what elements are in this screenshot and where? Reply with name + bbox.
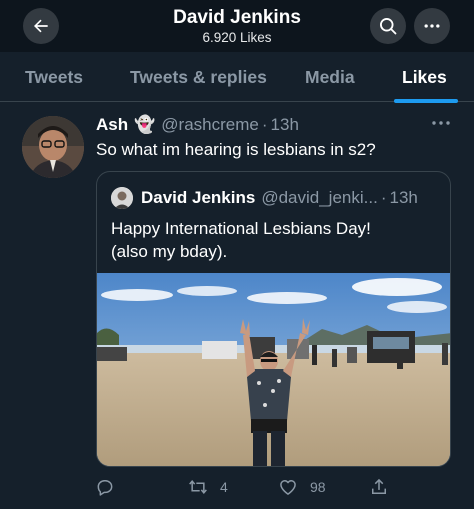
tab-likes[interactable]: Likes xyxy=(402,52,447,102)
quoted-text-line-1: Happy International Lesbians Day! xyxy=(111,219,371,238)
like-count: 98 xyxy=(310,479,326,495)
separator-dot: · xyxy=(380,188,387,207)
quoted-tweet-text: Happy International Lesbians Day! (also … xyxy=(111,217,431,263)
avatar-image xyxy=(22,116,84,178)
like-button[interactable]: 98 xyxy=(278,472,326,502)
tweet-author-name[interactable]: Ash xyxy=(96,115,128,135)
heart-icon xyxy=(280,480,296,495)
tweet-text: So what im hearing is lesbians in s2? xyxy=(96,140,376,159)
quoted-tweet[interactable]: David Jenkins @david_jenki... · 13h Happ… xyxy=(96,171,451,467)
quoted-avatar-image xyxy=(111,187,133,209)
share-button[interactable] xyxy=(369,472,389,502)
tab-tweets[interactable]: Tweets xyxy=(25,52,83,102)
search-icon xyxy=(380,18,397,35)
beach-photo xyxy=(97,273,450,466)
ghost-emoji: 👻 xyxy=(134,115,156,134)
quoted-avatar xyxy=(111,187,133,209)
avatar[interactable] xyxy=(22,116,84,178)
tab-media[interactable]: Media xyxy=(305,52,355,102)
tweet-actions: 4 98 xyxy=(0,472,474,502)
tab-tweets-and-replies[interactable]: Tweets & replies xyxy=(130,52,267,102)
retweet-button[interactable]: 4 xyxy=(188,472,228,502)
quoted-text-line-2: (also my bday). xyxy=(111,242,228,261)
quoted-timestamp: 13h xyxy=(389,188,418,207)
active-tab-indicator xyxy=(394,99,458,103)
quoted-tweet-header: David Jenkins @david_jenki... · 13h xyxy=(111,186,418,210)
profile-header: David Jenkins 6.920 Likes xyxy=(0,0,474,52)
quoted-author-handle: @david_jenki... xyxy=(261,188,378,207)
profile-tabs: Tweets Tweets & replies Media Likes xyxy=(0,52,474,103)
quoted-photo[interactable] xyxy=(97,273,450,466)
retweet-count: 4 xyxy=(220,479,228,495)
more-horizontal-icon xyxy=(424,24,440,28)
tweet-timestamp[interactable]: 13h xyxy=(271,115,299,135)
more-horizontal-icon xyxy=(432,121,450,125)
tweet-author-handle[interactable]: @rashcreme xyxy=(161,115,259,135)
tweet-more-button[interactable] xyxy=(430,116,452,130)
share-icon xyxy=(372,478,386,494)
tweet-header: Ash 👻 @rashcreme · 13h xyxy=(96,114,299,136)
reply-icon xyxy=(97,480,113,496)
separator-dot: · xyxy=(261,115,268,134)
quoted-author-name: David Jenkins xyxy=(141,188,256,207)
search-button[interactable] xyxy=(370,8,406,44)
more-button[interactable] xyxy=(414,8,450,44)
reply-button[interactable] xyxy=(95,472,115,502)
retweet-icon xyxy=(189,480,207,494)
